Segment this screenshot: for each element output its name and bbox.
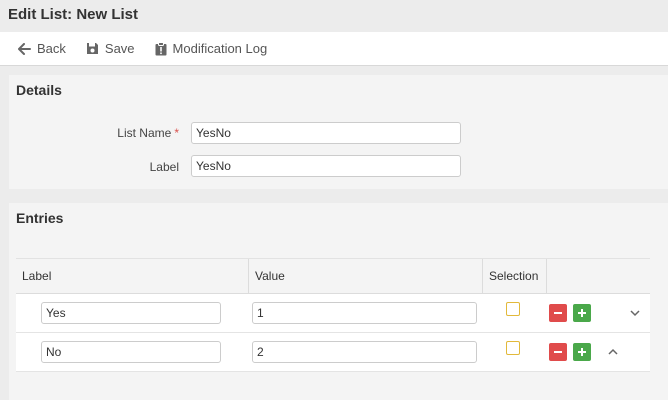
chevron-down-icon[interactable]: [630, 310, 640, 317]
floppy-disk-icon: [86, 43, 98, 54]
column-header-value: Value: [248, 259, 482, 294]
list-name-label-wrap: List Name *: [19, 126, 179, 140]
column-header-label: Label: [22, 269, 52, 283]
save-label: Save: [104, 41, 135, 56]
plus-icon: [578, 348, 586, 356]
entry-label-input[interactable]: [41, 341, 221, 363]
entries-title: Entries: [16, 210, 64, 226]
page-title: Edit List: New List: [0, 0, 668, 32]
plus-icon: [578, 309, 586, 317]
modification-log-button[interactable]: Modification Log: [155, 41, 268, 56]
modification-log-label: Modification Log: [172, 41, 268, 56]
clipboard-icon: [155, 41, 167, 55]
save-button[interactable]: Save: [86, 41, 135, 56]
chevron-up-icon[interactable]: [608, 348, 618, 355]
column-header-actions: [546, 259, 650, 294]
remove-entry-button[interactable]: [549, 343, 567, 361]
arrow-left-icon: [18, 42, 31, 55]
list-name-input[interactable]: [191, 122, 461, 144]
column-header-selection: Selection: [482, 259, 546, 294]
entry-value-input[interactable]: [252, 341, 477, 363]
required-mark: *: [174, 126, 179, 140]
grid-header: Label Value Selection: [16, 258, 650, 294]
entry-label-input[interactable]: [41, 302, 221, 324]
entry-value-input[interactable]: [252, 302, 477, 324]
remove-entry-button[interactable]: [549, 304, 567, 322]
label-field-label: Label: [19, 160, 179, 174]
back-button[interactable]: Back: [18, 41, 66, 56]
list-name-label: List Name: [117, 126, 172, 140]
label-label: Label: [149, 160, 179, 174]
back-label: Back: [37, 41, 66, 56]
details-title: Details: [16, 82, 62, 98]
table-row: [16, 294, 650, 333]
add-entry-button[interactable]: [573, 304, 591, 322]
add-entry-button[interactable]: [573, 343, 591, 361]
minus-icon: [554, 312, 562, 314]
toolbar: Back Save Modification Log: [0, 32, 668, 66]
minus-icon: [554, 351, 562, 353]
table-row: [16, 333, 650, 372]
selection-checkbox[interactable]: [506, 341, 520, 355]
selection-checkbox[interactable]: [506, 302, 520, 316]
label-input[interactable]: [191, 155, 461, 177]
details-panel: Details List Name* Label: [9, 75, 668, 189]
